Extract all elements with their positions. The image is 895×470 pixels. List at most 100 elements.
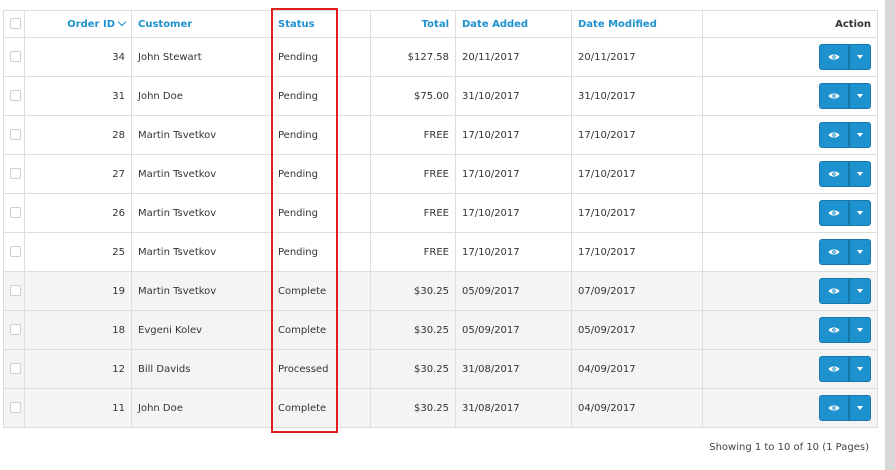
sort-customer[interactable]: Customer (131, 10, 272, 38)
table-row[interactable]: 26 Martin Tsvetkov Pending FREE 17/10/20… (3, 193, 878, 233)
caret-down-icon (857, 367, 863, 371)
orders-table: Order ID Customer Status Total Date Adde… (3, 10, 878, 428)
caret-down-icon (857, 172, 863, 176)
view-button[interactable] (819, 161, 849, 187)
dropdown-toggle-button[interactable] (849, 83, 871, 109)
table-row[interactable]: 19 Martin Tsvetkov Complete $30.25 05/09… (3, 271, 878, 311)
status-cell: Complete (271, 271, 371, 311)
eye-icon (828, 288, 840, 294)
dropdown-toggle-button[interactable] (849, 395, 871, 421)
customer-cell: Martin Tsvetkov (131, 115, 272, 155)
total-cell: $30.25 (370, 349, 456, 389)
status-header[interactable]: Status (278, 19, 315, 30)
row-checkbox[interactable] (10, 363, 21, 375)
date-added-cell: 05/09/2017 (455, 310, 572, 350)
table-row[interactable]: 11 John Doe Complete $30.25 31/08/2017 0… (3, 388, 878, 428)
order-id-header[interactable]: Order ID (67, 19, 115, 30)
table-row[interactable]: 25 Martin Tsvetkov Pending FREE 17/10/20… (3, 232, 878, 272)
dropdown-toggle-button[interactable] (849, 356, 871, 382)
date-modified-cell: 17/10/2017 (571, 154, 703, 194)
dropdown-toggle-button[interactable] (849, 317, 871, 343)
dropdown-toggle-button[interactable] (849, 44, 871, 70)
dropdown-toggle-button[interactable] (849, 122, 871, 148)
row-select-cell (3, 193, 25, 233)
view-button[interactable] (819, 278, 849, 304)
table-row[interactable]: 18 Evgeni Kolev Complete $30.25 05/09/20… (3, 310, 878, 350)
row-checkbox[interactable] (10, 90, 21, 102)
date-added-header[interactable]: Date Added (462, 19, 528, 30)
date-added-cell: 31/08/2017 (455, 349, 572, 389)
caret-down-icon (857, 55, 863, 59)
row-checkbox[interactable] (10, 207, 21, 219)
sort-status[interactable]: Status (271, 10, 371, 38)
total-header[interactable]: Total (422, 19, 449, 30)
view-button[interactable] (819, 200, 849, 226)
action-cell (702, 37, 878, 77)
select-all-cell (3, 10, 25, 38)
order-id-cell: 12 (24, 349, 132, 389)
total-cell: $30.25 (370, 271, 456, 311)
date-modified-header[interactable]: Date Modified (578, 19, 657, 30)
order-id-cell: 26 (24, 193, 132, 233)
customer-cell: Martin Tsvetkov (131, 154, 272, 194)
view-button[interactable] (819, 395, 849, 421)
action-cell (702, 232, 878, 272)
row-select-cell (3, 154, 25, 194)
sort-order-id[interactable]: Order ID (24, 10, 132, 38)
action-button-group (819, 161, 871, 187)
action-header: Action (702, 10, 878, 38)
view-button[interactable] (819, 122, 849, 148)
sort-date-added[interactable]: Date Added (455, 10, 572, 38)
view-button[interactable] (819, 317, 849, 343)
action-header-label: Action (835, 18, 871, 30)
row-select-cell (3, 76, 25, 116)
date-modified-cell: 20/11/2017 (571, 37, 703, 77)
table-row[interactable]: 27 Martin Tsvetkov Pending FREE 17/10/20… (3, 154, 878, 194)
total-cell: FREE (370, 115, 456, 155)
status-cell: Pending (271, 115, 371, 155)
customer-cell: Martin Tsvetkov (131, 193, 272, 233)
row-checkbox[interactable] (10, 129, 21, 141)
dropdown-toggle-button[interactable] (849, 161, 871, 187)
view-button[interactable] (819, 239, 849, 265)
row-checkbox[interactable] (10, 51, 21, 63)
sort-total[interactable]: Total (370, 10, 456, 38)
select-all-checkbox[interactable] (10, 18, 21, 30)
customer-cell: Bill Davids (131, 349, 272, 389)
row-checkbox[interactable] (10, 402, 21, 414)
order-id-cell: 34 (24, 37, 132, 77)
table-row[interactable]: 28 Martin Tsvetkov Pending FREE 17/10/20… (3, 115, 878, 155)
eye-icon (828, 249, 840, 255)
eye-icon (828, 132, 840, 138)
row-checkbox[interactable] (10, 324, 21, 336)
status-cell: Processed (271, 349, 371, 389)
eye-icon (828, 210, 840, 216)
row-checkbox[interactable] (10, 168, 21, 180)
caret-down-icon (857, 289, 863, 293)
customer-header[interactable]: Customer (138, 19, 192, 30)
table-row[interactable]: 31 John Doe Pending $75.00 31/10/2017 31… (3, 76, 878, 116)
action-cell (702, 154, 878, 194)
total-cell: FREE (370, 232, 456, 272)
action-button-group (819, 239, 871, 265)
view-button[interactable] (819, 44, 849, 70)
caret-down-icon (857, 94, 863, 98)
total-cell: FREE (370, 193, 456, 233)
dropdown-toggle-button[interactable] (849, 200, 871, 226)
row-select-cell (3, 232, 25, 272)
sort-date-modified[interactable]: Date Modified (571, 10, 703, 38)
dropdown-toggle-button[interactable] (849, 278, 871, 304)
row-checkbox[interactable] (10, 285, 21, 297)
date-modified-cell: 17/10/2017 (571, 232, 703, 272)
date-added-cell: 31/08/2017 (455, 388, 572, 428)
table-row[interactable]: 34 John Stewart Pending $127.58 20/11/20… (3, 37, 878, 77)
action-cell (702, 115, 878, 155)
date-added-cell: 20/11/2017 (455, 37, 572, 77)
dropdown-toggle-button[interactable] (849, 239, 871, 265)
row-checkbox[interactable] (10, 246, 21, 258)
action-button-group (819, 44, 871, 70)
view-button[interactable] (819, 356, 849, 382)
order-id-cell: 18 (24, 310, 132, 350)
table-row[interactable]: 12 Bill Davids Processed $30.25 31/08/20… (3, 349, 878, 389)
view-button[interactable] (819, 83, 849, 109)
